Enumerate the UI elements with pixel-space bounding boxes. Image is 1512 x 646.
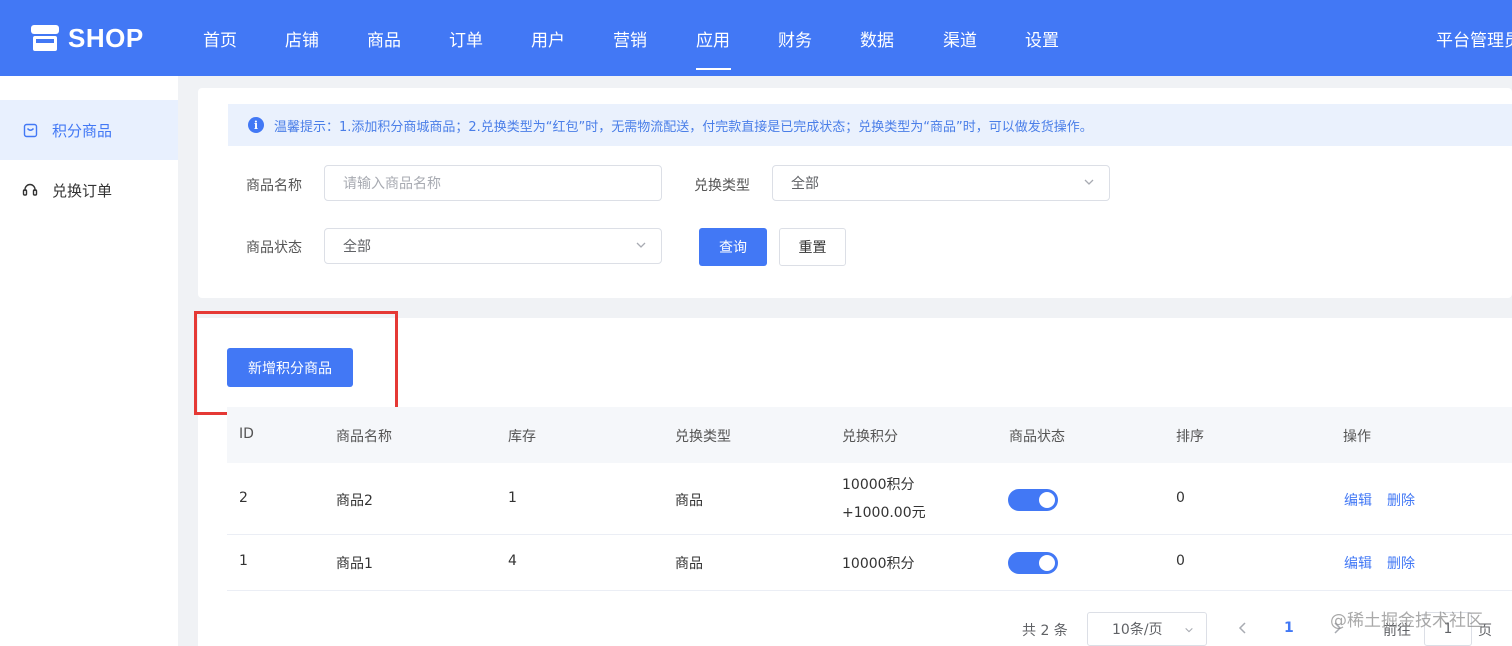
nav-products[interactable]: 商品 [367,26,401,51]
active-nav-indicator [696,68,731,70]
cell-id: 1 [239,553,248,569]
column-header-id: ID [239,426,254,442]
page-number-current[interactable]: 1 [1284,620,1294,636]
exchange-type-value: 全部 [791,176,819,192]
column-header-type: 兑换类型 [675,429,731,445]
nav-home[interactable]: 首页 [203,26,237,51]
product-name-label: 商品名称 [246,178,302,194]
top-navbar: SHOP 首页 店铺 商品 订单 用户 营销 应用 财务 数据 渠道 设置 平台… [0,0,1512,76]
admin-user-menu[interactable]: 平台管理员 [1436,26,1512,51]
cell-type: 商品 [675,493,703,509]
product-status-label: 商品状态 [246,240,302,256]
cell-points: 10000积分+1000.00元 [842,477,926,521]
chevron-down-icon [1184,623,1194,639]
column-header-sort: 排序 [1176,429,1204,445]
cell-name: 商品2 [336,493,373,509]
highlight-box [194,311,398,415]
status-toggle[interactable] [1008,489,1058,511]
sidebar-item-label: 兑换订单 [52,181,113,200]
edit-link[interactable]: 编辑 [1344,490,1372,510]
nav-apps[interactable]: 应用 [696,26,730,51]
nav-data[interactable]: 数据 [860,26,894,51]
query-button[interactable]: 查询 [699,228,767,266]
column-header-status: 商品状态 [1009,429,1065,445]
nav-marketing[interactable]: 营销 [613,26,647,51]
notice-banner: i 温馨提示：1.添加积分商城商品；2.兑换类型为“红包”时，无需物流配送，付完… [228,104,1512,146]
cell-stock: 1 [508,490,517,506]
chevron-down-icon [1083,176,1095,192]
sidebar-item-points-products[interactable]: 积分商品 [0,100,178,160]
exchange-type-select[interactable]: 全部 [772,165,1110,201]
toggle-knob [1039,492,1055,508]
page-size-value: 10条/页 [1112,622,1163,638]
cell-sort: 0 [1176,553,1185,569]
column-header-name: 商品名称 [336,429,392,445]
product-status-value: 全部 [343,239,371,255]
product-name-input[interactable]: 请输入商品名称 [324,165,662,201]
nav-orders[interactable]: 订单 [449,26,483,51]
sidebar-item-exchange-orders[interactable]: 兑换订单 [0,160,178,220]
product-status-select[interactable]: 全部 [324,228,662,264]
logo-text: SHOP [68,22,144,53]
info-icon: i [248,117,264,133]
headset-icon [22,182,38,198]
reset-button[interactable]: 重置 [779,228,846,266]
column-header-actions: 操作 [1343,429,1371,445]
delete-link[interactable]: 删除 [1387,490,1415,510]
pagination-total: 共 2 条 [1022,623,1068,639]
nav-store[interactable]: 店铺 [285,26,319,51]
notice-text: 温馨提示：1.添加积分商城商品；2.兑换类型为“红包”时，无需物流配送，付完款直… [274,119,1093,135]
toggle-knob [1039,555,1055,571]
nav-finance[interactable]: 财务 [778,26,812,51]
nav-settings[interactable]: 设置 [1025,26,1059,51]
page-size-select[interactable]: 10条/页 [1087,612,1207,646]
store-icon [30,24,60,52]
chevron-down-icon [635,239,647,255]
cell-type: 商品 [675,556,703,572]
prev-page-icon[interactable] [1237,620,1249,639]
delete-link[interactable]: 删除 [1387,553,1415,573]
nav-channels[interactable]: 渠道 [943,26,977,51]
cell-name: 商品1 [336,556,373,572]
exchange-type-label: 兑换类型 [694,178,750,194]
cell-sort: 0 [1176,490,1185,506]
nav-users[interactable]: 用户 [531,26,565,51]
status-toggle[interactable] [1008,552,1058,574]
cell-id: 2 [239,490,248,506]
logo[interactable]: SHOP [30,22,144,54]
edit-link[interactable]: 编辑 [1344,553,1372,573]
sidebar: 积分商品 兑换订单 [0,76,178,646]
bag-icon [22,122,38,138]
column-header-stock: 库存 [508,429,536,445]
watermark: @稀土掘金技术社区 [1330,611,1483,631]
column-header-points: 兑换积分 [842,429,898,445]
cell-stock: 4 [508,553,517,569]
cell-points: 10000积分 [842,556,915,572]
sidebar-item-label: 积分商品 [52,121,113,140]
